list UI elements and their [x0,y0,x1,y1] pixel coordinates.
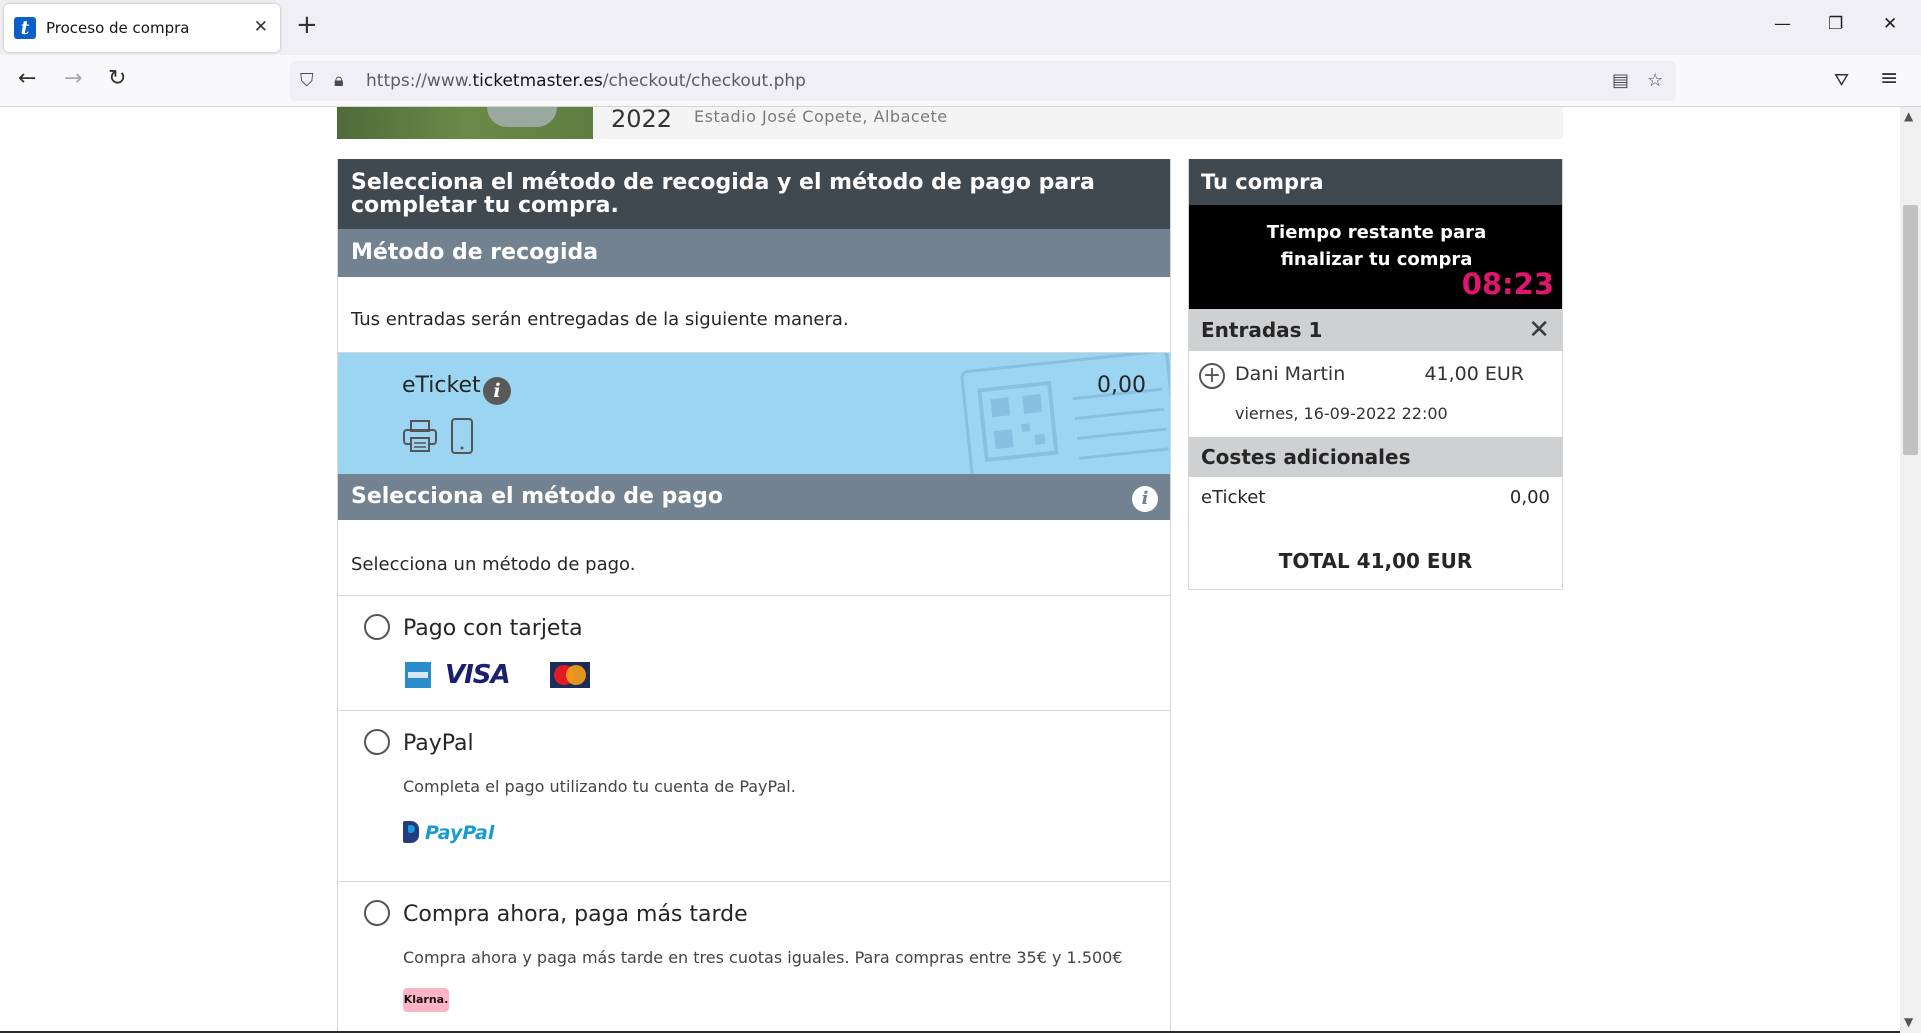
reader-icon[interactable]: ▤ [1612,70,1629,91]
visa-logo-icon: VISA [445,660,511,690]
paypal-radio[interactable] [364,729,390,755]
tab-strip: t Proceso de compra ✕ + — ❐ ✕ [0,0,1921,55]
window-close-icon[interactable]: ✕ [1883,14,1897,34]
ticket-row: + Dani Martin 41,00 EUR viernes, 16-09-2… [1189,351,1562,437]
tickets-header-label: Entradas 1 [1201,318,1323,342]
printer-icon [403,420,437,452]
delivery-lead-text: Tus entradas serán entregadas de la sigu… [338,277,1170,353]
cost-name: eTicket [1201,487,1266,508]
delivery-method-header: Método de recogida [338,229,1170,277]
event-image [337,107,593,139]
scroll-thumb[interactable] [1903,205,1918,455]
eticket-option[interactable]: eTicket i 0,00 [338,353,1170,474]
url-text[interactable]: https://www.ticketmaster.es/checkout/che… [366,71,806,91]
forward-icon[interactable]: → [64,68,82,90]
checkout-heading: Selecciona el método de recogida y el mé… [338,159,1170,229]
event-year: 2022 [611,107,673,133]
minimize-icon[interactable]: — [1774,14,1791,34]
summary-title: Tu compra [1189,159,1562,205]
klarna-radio[interactable] [364,900,390,926]
klarna-option-title: Compra ahora, paga más tarde [403,902,748,927]
payment-method-title: Selecciona el método de pago [351,484,724,509]
cost-row: eTicket 0,00 [1189,477,1562,517]
pocket-icon[interactable]: ⛛ [1834,70,1849,92]
plus-circle-icon[interactable]: + [1199,363,1225,389]
ticketmaster-favicon-icon: t [14,17,36,39]
delivery-method-title: Método de recogida [351,240,599,265]
card-radio[interactable] [364,614,390,640]
payment-lead-text: Selecciona un método de pago. [338,520,1170,596]
ticket-name: Dani Martin [1235,363,1346,385]
scroll-up-icon[interactable]: ▲ [1904,109,1913,123]
reload-icon[interactable]: ↻ [108,68,126,90]
cost-value: 0,00 [1509,487,1550,508]
event-banner: 2022 Estadio José Copete, Albacete [337,107,1563,139]
tickets-header: Entradas 1 ✕ [1189,309,1562,351]
url-bar[interactable]: ⛉ 🔒︎ https://www.ticketmaster.es/checkou… [290,61,1676,101]
new-tab-icon[interactable]: + [296,12,318,38]
menu-icon[interactable]: ≡ [1880,68,1898,90]
eticket-price: 0,00 [1097,373,1146,398]
tab-close-icon[interactable]: ✕ [254,17,268,37]
navigation-toolbar: ← → ↻ ⛉ 🔒︎ https://www.ticketmaster.es/c… [0,55,1921,107]
payment-info-icon[interactable]: i [1132,486,1158,512]
additional-costs-label: Costes adicionales [1201,445,1411,469]
bookmark-star-icon[interactable]: ☆ [1647,70,1663,91]
page-viewport: 2022 Estadio José Copete, Albacete Selec… [0,107,1900,1033]
ticket-date: viernes, 16-09-2022 22:00 [1235,404,1448,423]
scroll-down-icon[interactable]: ▼ [1904,1015,1913,1029]
countdown-value: 08:23 [1461,267,1554,301]
mastercard-logo-icon [550,662,590,688]
amex-logo-icon [405,662,431,688]
paypal-option-title: PayPal [403,731,474,756]
tab-title: Proceso de compra [46,19,190,37]
event-venue: Estadio José Copete, Albacete [694,107,948,126]
payment-option-paypal[interactable]: PayPal Completa el pago utilizando tu cu… [338,711,1170,882]
phone-icon [451,418,473,454]
additional-costs-header: Costes adicionales [1189,437,1562,477]
vertical-scrollbar[interactable]: ▲ ▼ [1900,107,1921,1033]
payment-method-header: Selecciona el método de pago i [338,474,1170,520]
klarna-option-description: Compra ahora y paga más tarde en tres cu… [403,948,1123,967]
eticket-info-icon[interactable]: i [483,377,511,405]
shield-icon[interactable]: ⛉ [300,70,314,91]
lock-icon[interactable]: 🔒︎ [334,70,344,91]
eticket-name: eTicket [402,373,481,398]
countdown-label: Tiempo restante para finalizar tu compra [1266,222,1487,270]
ticket-illustration-icon [960,353,1170,474]
browser-tab[interactable]: t Proceso de compra ✕ [4,4,280,52]
paypal-logo-icon: PayPal [403,821,494,844]
paypal-option-description: Completa el pago utilizando tu cuenta de… [403,777,796,796]
countdown-box: Tiempo restante para finalizar tu compra… [1189,205,1562,309]
klarna-logo-icon: Klarna. [403,988,449,1012]
checkout-panel: Selecciona el método de recogida y el mé… [337,159,1171,1033]
restore-icon[interactable]: ❐ [1828,14,1843,34]
payment-option-klarna[interactable]: Compra ahora, paga más tarde Compra ahor… [338,882,1170,1032]
back-icon[interactable]: ← [18,68,36,90]
ticket-price: 41,00 EUR [1424,363,1524,385]
remove-x-icon[interactable]: ✕ [1528,309,1550,351]
payment-option-card[interactable]: Pago con tarjeta VISA [338,596,1170,711]
order-total: TOTAL 41,00 EUR [1278,549,1473,573]
card-option-title: Pago con tarjeta [403,616,583,641]
purchase-summary: Tu compra Tiempo restante para finalizar… [1188,159,1563,590]
